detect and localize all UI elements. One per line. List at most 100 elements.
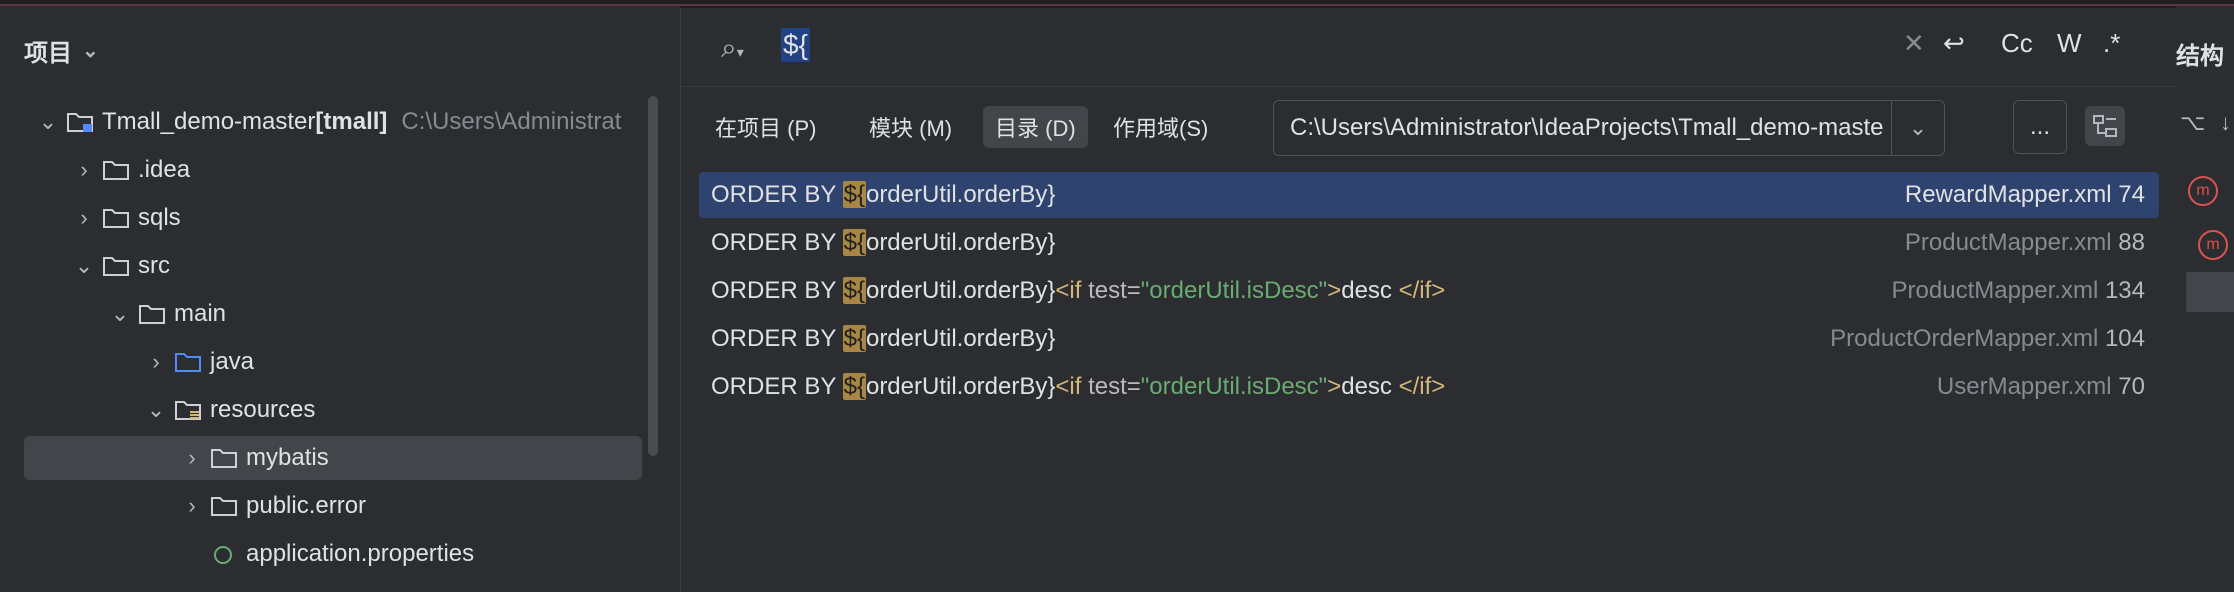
recursive-directory-toggle[interactable]	[2085, 106, 2125, 146]
module-folder-icon	[67, 113, 93, 132]
code-prefix: ORDER BY	[711, 325, 843, 352]
result-file-name: ProductOrderMapper.xml	[1830, 325, 2105, 352]
resources-folder-icon	[175, 401, 201, 420]
folder-icon	[103, 209, 129, 228]
chevron-right-icon[interactable]: ›	[70, 205, 98, 231]
tree-item[interactable]: ⌄ main	[24, 292, 642, 336]
code-text: orderUtil.orderBy}	[865, 229, 1056, 256]
structure-tool-label[interactable]: 结构	[2176, 36, 2224, 71]
project-tool-window: 项目 ⌄ ⌄ Tmall_demo-master [tmall] C:\Users\…	[0, 6, 680, 592]
whole-words-toggle[interactable]: W	[2057, 28, 2082, 59]
tree-item-label: resources	[210, 396, 316, 423]
tree-item[interactable]: application.properties	[24, 532, 642, 576]
tree-item[interactable]: › sqls	[24, 196, 642, 240]
module-path: C:\Users\Administrat	[401, 108, 622, 135]
hierarchy-icon[interactable]: ⌥	[2180, 110, 2205, 136]
regex-toggle[interactable]: .*	[2103, 28, 2120, 59]
chevron-down-icon[interactable]: ⌄	[34, 109, 62, 135]
search-result-row[interactable]: ORDER BY ${orderUtil.orderBy} ProductOrde…	[699, 316, 2159, 362]
tree-item[interactable]: ⌄ src	[24, 244, 642, 288]
code-prefix: ORDER BY	[711, 229, 843, 256]
tree-item-label: public.error	[246, 492, 367, 519]
project-view-selector[interactable]: 项目 ⌄	[24, 30, 99, 70]
scope-module-button[interactable]: 模块 (M)	[857, 106, 964, 148]
result-file-location: RewardMapper.xml 74	[1905, 181, 2145, 209]
result-code-snippet: ORDER BY ${orderUtil.orderBy}	[699, 229, 1055, 257]
tree-item[interactable]: › .idea	[24, 148, 642, 192]
match-case-toggle[interactable]: Cc	[2001, 28, 2033, 59]
method-icon: m	[2188, 176, 2218, 206]
method-icon: m	[2198, 230, 2228, 260]
structure-selected-row	[2186, 272, 2234, 312]
new-line-icon[interactable]: ↩	[1943, 28, 1965, 59]
right-tool-strip: 结构 ⌥ ↓ m m	[2176, 6, 2234, 592]
xml-attribute: test=	[1081, 373, 1141, 400]
directory-path[interactable]: C:\Users\Administrator\IdeaProjects\Tmal…	[1274, 114, 1891, 142]
scope-directory-button[interactable]: 目录 (D)	[983, 106, 1088, 148]
directory-combobox[interactable]: C:\Users\Administrator\IdeaProjects\Tmal…	[1273, 100, 1945, 156]
code-prefix: ORDER BY	[711, 373, 843, 400]
search-result-row[interactable]: ORDER BY ${orderUtil.orderBy}<if test="o…	[699, 364, 2159, 410]
scope-project-button[interactable]: 在项目 (P)	[703, 106, 828, 148]
match-highlight: ${	[842, 229, 866, 256]
code-text: orderUtil.orderBy}	[865, 325, 1056, 352]
xml-attribute: test=	[1081, 277, 1141, 304]
code-text: orderUtil.orderBy}	[865, 277, 1056, 304]
xml-attribute-value: "orderUtil.isDesc"	[1140, 277, 1328, 304]
result-file-name: UserMapper.xml	[1936, 373, 2119, 400]
tree-item[interactable]: ⌄ Tmall_demo-master [tmall] C:\Users\Admin…	[24, 100, 642, 144]
search-result-row[interactable]: ORDER BY ${orderUtil.orderBy} ProductMapp…	[699, 220, 2159, 266]
chevron-down-icon[interactable]: ⌄	[70, 253, 98, 279]
code-prefix: ORDER BY	[711, 277, 843, 304]
search-result-row[interactable]: ORDER BY ${orderUtil.orderBy} RewardMappe…	[699, 172, 2159, 218]
tree-item-label: main	[174, 300, 227, 327]
xml-tag: >	[1327, 277, 1342, 304]
chevron-right-icon[interactable]: ›	[142, 349, 170, 375]
xml-attribute-value: "orderUtil.isDesc"	[1140, 373, 1328, 400]
project-tree-scrollbar[interactable]	[648, 96, 658, 456]
source-folder-icon	[175, 353, 201, 372]
tree-item[interactable]: ⌄ resources	[24, 388, 642, 432]
find-in-files-popup: ⌕▾ ${ ✕ ↩ Cc W .* 在项目 (P) 模块 (M) 目录 (D) …	[680, 8, 2177, 592]
xml-tag: <if	[1055, 277, 1082, 304]
folder-icon	[139, 305, 165, 324]
chevron-down-icon: ⌄	[82, 39, 99, 62]
folder-icon	[103, 257, 129, 276]
result-line-number: 70	[2118, 373, 2145, 400]
chevron-down-icon[interactable]: ⌄	[1891, 101, 1944, 155]
scope-custom-button[interactable]: 作用域(S)	[1101, 106, 1220, 148]
clear-search-icon[interactable]: ✕	[1903, 28, 1925, 59]
chevron-right-icon[interactable]: ›	[178, 493, 206, 519]
xml-tag: <if	[1055, 373, 1082, 400]
browse-directory-button[interactable]: ...	[2013, 100, 2067, 154]
code-text: orderUtil.orderBy}	[865, 373, 1056, 400]
xml-tag: </if>	[1398, 277, 1446, 304]
tree-item-label: Tmall_demo-master	[102, 108, 316, 135]
result-line-number: 104	[2104, 325, 2145, 352]
result-file-location: ProductOrderMapper.xml 104	[1830, 325, 2145, 353]
result-code-snippet: ORDER BY ${orderUtil.orderBy}	[699, 181, 1055, 209]
tree-item-label: java	[210, 348, 255, 375]
result-file-location: ProductMapper.xml 134	[1892, 277, 2145, 305]
spring-properties-icon	[214, 546, 232, 564]
folder-icon	[211, 497, 237, 516]
result-file-name: ProductMapper.xml	[1904, 229, 2119, 256]
search-bar: ⌕▾ ${ ✕ ↩ Cc W .*	[681, 8, 2177, 87]
chevron-right-icon[interactable]: ›	[70, 157, 98, 183]
tree-item[interactable]: › public.error	[24, 484, 642, 528]
sort-icon[interactable]: ↓	[2220, 110, 2231, 136]
tree-item[interactable]: › java	[24, 340, 642, 384]
search-result-row[interactable]: ORDER BY ${orderUtil.orderBy}<if test="o…	[699, 268, 2159, 314]
code-text: orderUtil.orderBy}	[865, 181, 1056, 208]
code-text: desc	[1341, 373, 1399, 400]
chevron-down-icon[interactable]: ⌄	[142, 397, 170, 423]
search-history-icon[interactable]: ⌕▾	[721, 32, 744, 65]
xml-tag: </if>	[1398, 373, 1446, 400]
search-input[interactable]: ${	[781, 28, 810, 62]
result-code-snippet: ORDER BY ${orderUtil.orderBy}	[699, 325, 1055, 353]
match-highlight: ${	[842, 373, 866, 400]
chevron-down-icon[interactable]: ⌄	[106, 301, 134, 327]
tree-item[interactable]: › mybatis	[24, 436, 642, 480]
result-line-number: 74	[2118, 181, 2145, 208]
chevron-right-icon[interactable]: ›	[178, 445, 206, 471]
